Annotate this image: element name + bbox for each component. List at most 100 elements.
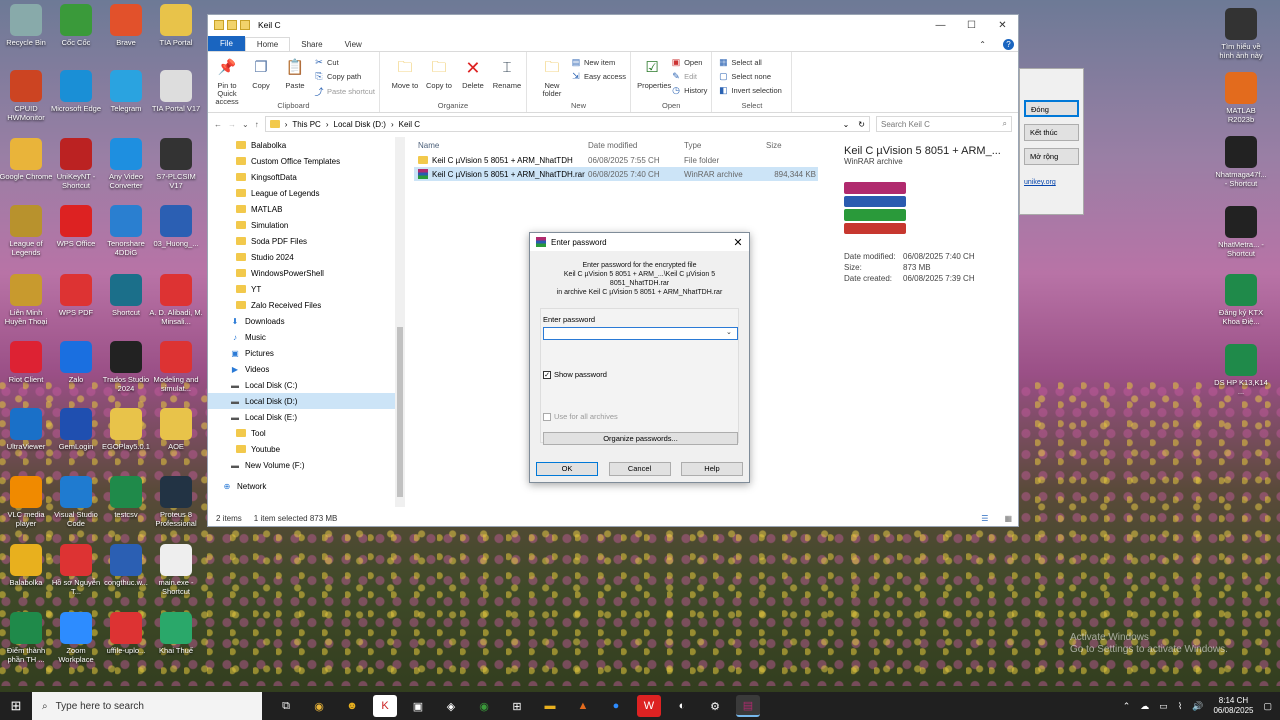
nav-item[interactable]: ▬ New Volume (F:) bbox=[208, 457, 404, 473]
nav-item[interactable]: ⬇ Downloads bbox=[208, 313, 404, 329]
address-bar[interactable]: › This PC › Local Disk (D:) › Keil C ⌄ ↻ bbox=[264, 116, 870, 132]
properties-icon[interactable] bbox=[227, 20, 237, 30]
chevron-up-icon[interactable]: ⌃ bbox=[968, 38, 997, 51]
nav-item[interactable]: MATLAB bbox=[208, 201, 404, 217]
apps-icon[interactable]: ⊞ bbox=[505, 695, 529, 717]
breadcrumb-item[interactable]: Local Disk (D:) bbox=[334, 120, 386, 129]
desktop-icon[interactable]: WPS Office bbox=[49, 205, 103, 248]
desktop-icon[interactable]: Tìm hiểu về hình ảnh này bbox=[1214, 8, 1268, 60]
desktop-icon[interactable]: Cốc Cốc bbox=[49, 4, 103, 47]
cut-button[interactable]: ✂ Cut bbox=[314, 57, 375, 68]
coccoc-icon[interactable]: ◉ bbox=[472, 695, 496, 717]
desktop-icon[interactable]: Điểm thành phần TH ... bbox=[0, 612, 53, 664]
desktop-icon[interactable]: Google Chrome bbox=[0, 138, 53, 181]
desktop-icon[interactable]: VLC media player bbox=[0, 476, 53, 528]
desktop-icon[interactable]: congthuc.w... bbox=[99, 544, 153, 587]
desktop-icon[interactable]: TIA Portal V17 bbox=[149, 70, 203, 113]
nav-item[interactable]: Simulation bbox=[208, 217, 404, 233]
invert-selection-button[interactable]: ◧ Invert selection bbox=[718, 85, 782, 96]
organize-passwords-button[interactable]: Organize passwords... bbox=[543, 432, 738, 445]
matlab-icon[interactable]: ▲ bbox=[571, 695, 595, 717]
column-name[interactable]: Name bbox=[414, 141, 588, 150]
desktop-icon[interactable]: CPUID HWMonitor bbox=[0, 70, 53, 122]
nav-item[interactable]: Soda PDF Files bbox=[208, 233, 404, 249]
zoom-icon[interactable]: ● bbox=[604, 695, 628, 717]
desktop-icon[interactable]: 03_Huong_... bbox=[149, 205, 203, 248]
desktop-icon[interactable]: Đăng ký KTX Khoa Điệ... bbox=[1214, 274, 1268, 326]
up-icon[interactable]: ↑ bbox=[255, 120, 259, 129]
desktop-icon[interactable]: Nhatmaga47f... - Shortcut bbox=[1214, 136, 1268, 188]
close-icon[interactable]: ✕ bbox=[727, 236, 749, 249]
file-row[interactable]: Keil C µVision 5 8051 + ARM_NhatTDH 06/08… bbox=[414, 153, 818, 167]
use-all-archives-checkbox[interactable]: Use for all archives bbox=[543, 412, 618, 421]
desktop-icon[interactable]: Microsoft Edge bbox=[49, 70, 103, 113]
desktop-icon[interactable]: DS HP K13,K14 ... bbox=[1214, 344, 1268, 396]
nav-item[interactable]: ▬ Local Disk (D:) bbox=[208, 393, 404, 409]
desktop-icon[interactable]: MATLAB R2023b bbox=[1214, 72, 1268, 124]
new-item-button[interactable]: ▤ New item bbox=[571, 57, 626, 68]
scrollbar-thumb[interactable] bbox=[397, 327, 403, 497]
expand-button[interactable]: Mở rộng bbox=[1024, 148, 1079, 165]
desktop-icon[interactable]: Telegram bbox=[99, 70, 153, 113]
steam-icon[interactable]: ◐ bbox=[670, 695, 694, 717]
nav-item[interactable]: ♪ Music bbox=[208, 329, 404, 345]
desktop-icon[interactable]: Brave bbox=[99, 4, 153, 47]
tab-share[interactable]: Share bbox=[290, 38, 333, 51]
desktop-icon[interactable]: Balabolka bbox=[0, 544, 53, 587]
paste-button[interactable]: 📋 Paste bbox=[280, 54, 310, 100]
file-row[interactable]: Keil C µVision 5 8051 + ARM_NhatTDH.rar 0… bbox=[414, 167, 818, 181]
column-type[interactable]: Type bbox=[684, 141, 766, 150]
desktop-icon[interactable]: Zalo bbox=[49, 341, 103, 384]
unikey-window[interactable]: Đóng Kết thúc Mở rộng unikey.org bbox=[1019, 68, 1084, 215]
nav-item[interactable]: ▬ Local Disk (E:) bbox=[208, 409, 404, 425]
tab-home[interactable]: Home bbox=[244, 37, 291, 51]
desktop-icon[interactable]: GemLogin bbox=[49, 408, 103, 451]
nav-item[interactable]: ⊕ Network bbox=[208, 478, 404, 494]
desktop-icon[interactable]: Liên Minh Huyền Thoại bbox=[0, 274, 53, 326]
show-password-checkbox[interactable]: ✓ Show password bbox=[543, 370, 607, 379]
volume-icon[interactable]: 🔊 bbox=[1192, 701, 1203, 712]
rename-button[interactable]: ⌶ Rename bbox=[492, 54, 522, 100]
notification-icon[interactable]: ▢ bbox=[1263, 701, 1272, 712]
password-input[interactable] bbox=[543, 327, 738, 340]
chevron-up-icon[interactable]: ⌃ bbox=[1123, 701, 1131, 712]
clock[interactable]: 8:14 CH 06/08/2025 bbox=[1213, 696, 1253, 716]
desktop-icon[interactable]: Hồ sơ Nguyễn T... bbox=[49, 544, 103, 596]
nav-scrollbar[interactable] bbox=[395, 137, 405, 507]
desktop-icon[interactable]: NhatMetra... - Shortcut bbox=[1214, 206, 1268, 258]
nav-item[interactable]: WindowsPowerShell bbox=[208, 265, 404, 281]
nav-item[interactable]: YT bbox=[208, 281, 404, 297]
nav-item[interactable]: KingsoftData bbox=[208, 169, 404, 185]
desktop-icon[interactable]: uffile-uplo... bbox=[99, 612, 153, 655]
network-icon[interactable]: ⌇ bbox=[1178, 701, 1182, 712]
column-date[interactable]: Date modified bbox=[588, 141, 684, 150]
open-button[interactable]: ▣ Open bbox=[671, 57, 707, 68]
cancel-button[interactable]: Cancel bbox=[608, 462, 671, 476]
forward-icon[interactable]: → bbox=[228, 120, 236, 129]
desktop-icon[interactable]: UltraViewer bbox=[0, 408, 53, 451]
exit-button[interactable]: Kết thúc bbox=[1024, 124, 1079, 141]
task-view-icon[interactable]: ⧉ bbox=[274, 695, 298, 717]
desktop-icon[interactable]: Proteus 8 Professional bbox=[149, 476, 203, 528]
desktop-icon[interactable]: Trados Studio 2024 bbox=[99, 341, 153, 393]
minimize-icon[interactable]: — bbox=[925, 20, 956, 31]
close-dialog-button[interactable]: Đóng bbox=[1024, 100, 1079, 117]
desktop-icon[interactable]: testcsv bbox=[99, 476, 153, 519]
edit-button[interactable]: ✎ Edit bbox=[671, 71, 707, 82]
desktop-icon[interactable]: Any Video Converter bbox=[99, 138, 153, 190]
nav-item[interactable]: ▶ Videos bbox=[208, 361, 404, 377]
app-icon[interactable]: ◈ bbox=[439, 695, 463, 717]
pin-button[interactable]: 📌 Pin to Quick access bbox=[212, 54, 242, 106]
history-button[interactable]: ◷ History bbox=[671, 85, 707, 96]
easy-access-button[interactable]: ⇲ Easy access bbox=[571, 71, 626, 82]
column-size[interactable]: Size bbox=[766, 141, 816, 150]
desktop-icon[interactable]: Modeling and simulat... bbox=[149, 341, 203, 393]
desktop-icon[interactable]: Recycle Bin bbox=[0, 4, 53, 47]
chrome-icon[interactable]: ◉ bbox=[307, 695, 331, 717]
paste-shortcut-button[interactable]: ⤴ Paste shortcut bbox=[314, 85, 374, 98]
tiles-view-icon[interactable]: ▦ bbox=[1004, 514, 1012, 523]
windows-start-icon[interactable]: ⊞ bbox=[0, 698, 32, 714]
desktop-icon[interactable]: Khai Thuế bbox=[149, 612, 203, 655]
move-to-button[interactable]: 🗀 Move to bbox=[390, 54, 420, 100]
delete-button[interactable]: ✕ Delete bbox=[458, 54, 488, 100]
